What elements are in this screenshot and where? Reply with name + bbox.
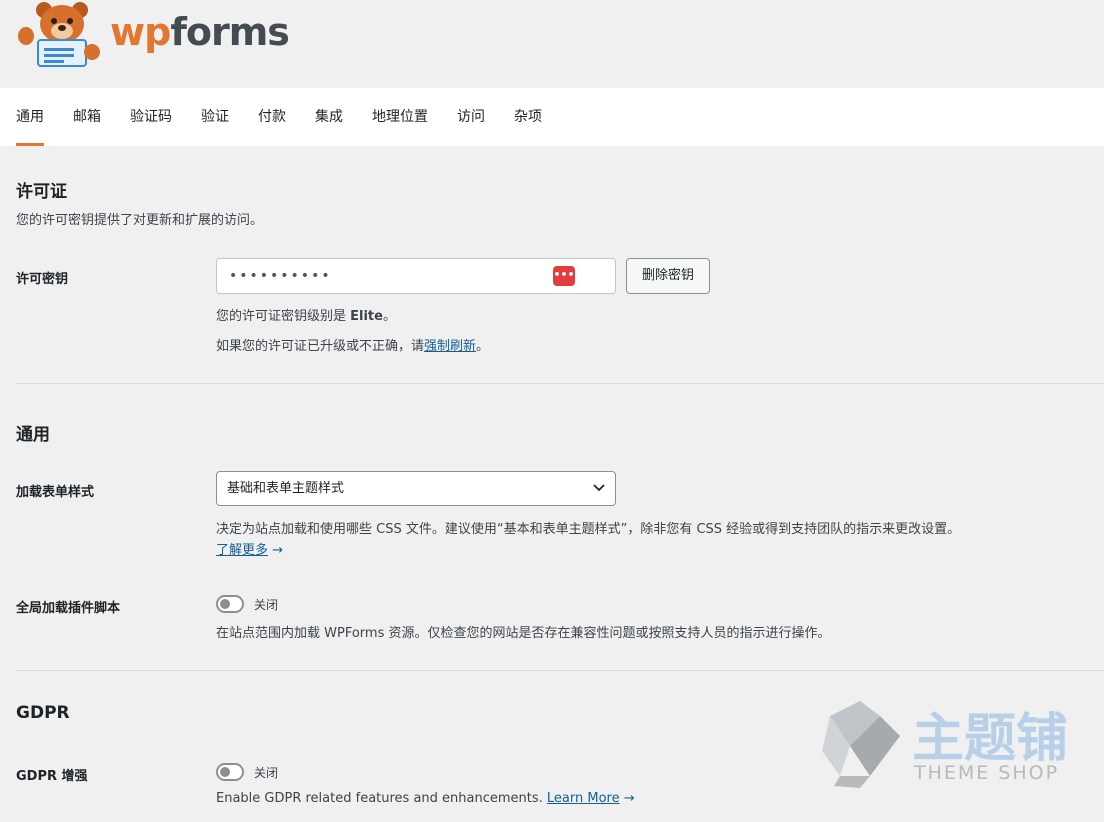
load-styles-label: 加载表单样式 — [16, 485, 95, 500]
force-refresh-link[interactable]: 强制刷新 — [424, 339, 476, 354]
load-styles-value: 基础和表单主题样式 — [227, 481, 345, 496]
refresh-prefix: 如果您的许可证已升级或不正确，请 — [216, 339, 425, 354]
wpforms-logo[interactable]: wpforms — [16, 0, 290, 70]
gdpr-toggle[interactable] — [216, 763, 244, 781]
gdpr-enhancements-label: GDPR 增强 — [16, 769, 88, 784]
license-key-label: 许可密钥 — [16, 272, 69, 287]
tab-integrations[interactable]: 集成 — [315, 88, 343, 146]
license-level-prefix: 您的许可证密钥级别是 — [216, 309, 351, 324]
header: wpforms — [0, 0, 1104, 88]
section-divider — [16, 670, 1104, 671]
gdpr-section-title: GDPR — [16, 703, 70, 723]
license-key-input[interactable] — [217, 259, 561, 293]
global-scripts-toggle[interactable] — [216, 595, 244, 613]
logo-wordmark: wpforms — [110, 10, 290, 54]
license-section-title: 许可证 — [16, 182, 67, 202]
bear-mascot-icon — [18, 2, 100, 67]
learn-more-link[interactable]: 了解更多 — [216, 543, 268, 558]
delete-key-button[interactable]: 删除密钥 — [626, 258, 711, 294]
tab-misc[interactable]: 杂项 — [514, 88, 542, 146]
license-level-value: Elite — [350, 309, 383, 324]
logo-wp: wp — [110, 10, 171, 54]
gdpr-description: Enable GDPR related features and enhance… — [216, 791, 635, 806]
load-styles-select[interactable]: 基础和表单主题样式 — [216, 471, 616, 506]
toggle-knob — [220, 767, 230, 777]
section-divider — [16, 383, 1104, 384]
password-manager-icon[interactable]: ••• — [553, 266, 575, 286]
license-refresh-text: 如果您的许可证已升级或不正确，请强制刷新。 — [216, 335, 489, 354]
tab-payments[interactable]: 付款 — [258, 88, 286, 146]
gdpr-state: 关闭 — [254, 766, 279, 780]
license-key-field[interactable]: ••• — [216, 258, 616, 294]
general-section-title: 通用 — [16, 425, 50, 445]
license-level-text: 您的许可证密钥级别是 Elite。 — [216, 305, 396, 324]
license-level-suffix: 。 — [382, 309, 396, 324]
tab-geolocation[interactable]: 地理位置 — [372, 88, 428, 146]
tab-captcha[interactable]: 验证码 — [130, 88, 172, 146]
theme-shop-watermark: 主题铺 THEME SHOP — [820, 696, 1080, 796]
arrow-right-icon: → — [623, 791, 635, 806]
settings-tabs: 通用 邮箱 验证码 验证 付款 集成 地理位置 访问 杂项 — [0, 88, 1104, 146]
load-styles-description: 决定为站点加载和使用哪些 CSS 文件。建议使用“基本和表单主题样式”，除非您有… — [216, 522, 961, 537]
tab-validation[interactable]: 验证 — [201, 88, 229, 146]
tab-general[interactable]: 通用 — [16, 88, 44, 146]
watermark-logo-icon — [822, 701, 900, 788]
license-description: 您的许可密钥提供了对更新和扩展的访问。 — [16, 213, 264, 228]
tab-email[interactable]: 邮箱 — [73, 88, 101, 146]
refresh-suffix: 。 — [476, 339, 490, 354]
toggle-knob — [220, 599, 230, 609]
chevron-down-icon — [593, 472, 605, 518]
learn-more-row: 了解更多 → — [216, 539, 283, 558]
global-scripts-description: 在站点范围内加载 WPForms 资源。仅检查您的网站是否存在兼容性问题或按照支… — [216, 626, 831, 641]
gdpr-desc-text: Enable GDPR related features and enhance… — [216, 791, 547, 806]
global-scripts-label: 全局加载插件脚本 — [16, 601, 121, 616]
tab-access[interactable]: 访问 — [457, 88, 485, 146]
arrow-right-icon: → — [272, 543, 284, 558]
watermark-cn: 主题铺 — [912, 709, 1069, 769]
gdpr-learn-more-link[interactable]: Learn More — [547, 791, 620, 806]
logo-forms: forms — [170, 10, 290, 54]
global-scripts-state: 关闭 — [254, 598, 279, 612]
watermark-en: THEME SHOP — [914, 762, 1060, 784]
